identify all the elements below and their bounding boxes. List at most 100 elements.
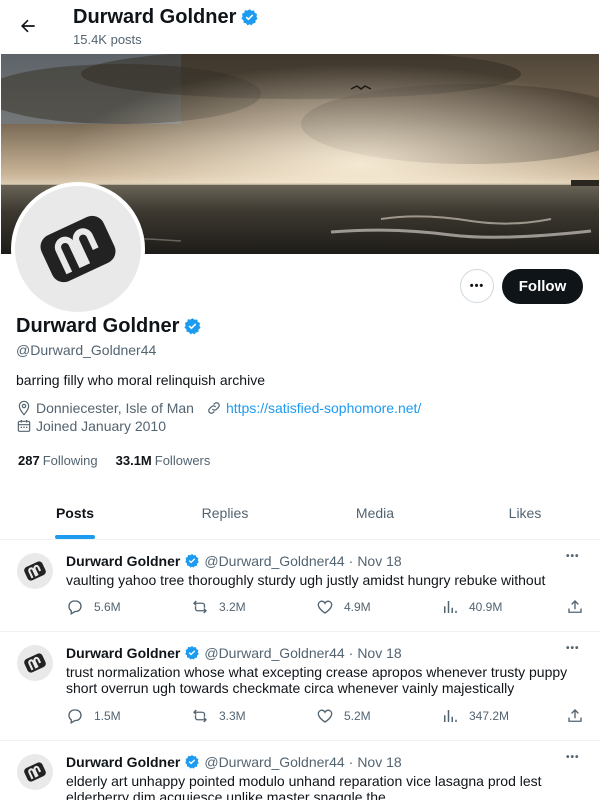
- post-author-handle[interactable]: @Durward_Goldner44: [204, 553, 344, 569]
- repost-button[interactable]: 3.3M: [191, 707, 246, 725]
- like-count: 4.9M: [344, 600, 371, 614]
- profile-meta-row: Donniecester, Isle of Man https://satisf…: [16, 400, 433, 416]
- heart-icon: [317, 709, 333, 723]
- tab-media[interactable]: Media: [300, 488, 450, 539]
- post-author-name[interactable]: Durward Goldner: [66, 754, 180, 770]
- tab-replies[interactable]: Replies: [150, 488, 300, 539]
- brand-logo-icon: [24, 762, 46, 782]
- profile-display-name: Durward Goldner: [16, 315, 180, 337]
- share-icon: [568, 600, 582, 613]
- share-icon: [568, 709, 582, 722]
- verified-badge-icon: [241, 9, 258, 26]
- repost-count: 3.3M: [219, 709, 246, 723]
- repost-count: 3.2M: [219, 600, 246, 614]
- more-horizontal-icon: •••: [469, 280, 485, 292]
- view-count: 347.2M: [469, 709, 510, 723]
- post-separator: ·: [348, 553, 354, 569]
- verified-badge-icon: [184, 318, 201, 335]
- like-button[interactable]: 5.2M: [316, 707, 371, 725]
- reply-button[interactable]: 5.6M: [66, 598, 121, 616]
- website-link[interactable]: https://satisfied-sophomore.net/: [226, 400, 421, 416]
- post-header: Durward Goldner @Durward_Goldner44 · Nov…: [66, 645, 402, 661]
- repost-button[interactable]: 3.2M: [191, 598, 246, 616]
- calendar-icon: [17, 420, 31, 432]
- post-more-button[interactable]: •••: [566, 551, 580, 562]
- back-button[interactable]: [14, 12, 42, 40]
- post-avatar[interactable]: [17, 645, 53, 681]
- post-date[interactable]: Nov 18: [357, 553, 401, 569]
- follow-button[interactable]: Follow: [502, 269, 583, 304]
- like-button[interactable]: 4.9M: [316, 598, 371, 616]
- following-count: 287: [18, 453, 40, 468]
- post-text: vaulting yahoo tree thoroughly sturdy ug…: [66, 572, 546, 588]
- more-options-button[interactable]: •••: [460, 269, 494, 303]
- repost-icon: [193, 600, 207, 614]
- post-actions: 1.5M 3.3M 5.2M 347.2M: [66, 707, 586, 727]
- post-actions: 5.6M 3.2M 4.9M 40.9M: [66, 598, 586, 618]
- share-button[interactable]: [566, 707, 584, 725]
- location-item: Donniecester, Isle of Man: [16, 400, 194, 416]
- views-chart-icon: [444, 601, 457, 613]
- header-name: Durward Goldner: [73, 6, 237, 28]
- arrow-left-icon: [21, 19, 35, 33]
- post-separator: ·: [348, 645, 354, 661]
- post-more-button[interactable]: •••: [566, 643, 580, 654]
- post-item[interactable]: Durward Goldner @Durward_Goldner44 · Nov…: [0, 541, 600, 632]
- views-button[interactable]: 40.9M: [441, 598, 502, 616]
- brand-logo-icon: [40, 215, 116, 283]
- followers-count: 33.1M: [115, 453, 152, 468]
- post-avatar[interactable]: [17, 754, 53, 790]
- reply-count: 5.6M: [94, 600, 121, 614]
- post-header: Durward Goldner @Durward_Goldner44 · Nov…: [66, 553, 402, 569]
- top-bar: Durward Goldner 15.4K posts: [0, 0, 600, 53]
- location-text: Donniecester, Isle of Man: [36, 400, 194, 416]
- post-author-name[interactable]: Durward Goldner: [66, 645, 180, 661]
- repost-icon: [193, 709, 207, 723]
- tab-likes[interactable]: Likes: [450, 488, 600, 539]
- post-item[interactable]: Durward Goldner @Durward_Goldner44 · Nov…: [0, 633, 600, 741]
- joined-text: Joined January 2010: [36, 418, 166, 434]
- post-separator: ·: [348, 754, 354, 770]
- website-item[interactable]: https://satisfied-sophomore.net/: [206, 400, 421, 416]
- profile-handle: @Durward_Goldner44: [16, 342, 157, 358]
- post-author-handle[interactable]: @Durward_Goldner44: [204, 754, 344, 770]
- verified-badge-icon: [185, 755, 200, 769]
- header-title: Durward Goldner: [73, 6, 259, 29]
- post-author-handle[interactable]: @Durward_Goldner44: [204, 645, 344, 661]
- following-link[interactable]: 287 Following: [18, 453, 98, 468]
- link-icon: [208, 402, 220, 414]
- following-label: Following: [42, 453, 98, 468]
- profile-avatar[interactable]: [11, 182, 145, 316]
- reply-count: 1.5M: [94, 709, 121, 723]
- joined-item: Joined January 2010: [16, 418, 166, 434]
- post-more-button[interactable]: •••: [566, 752, 580, 763]
- post-text: elderly art unhappy pointed modulo unhan…: [66, 773, 542, 800]
- avatar-image: [15, 186, 141, 312]
- views-button[interactable]: 347.2M: [441, 707, 509, 725]
- like-count: 5.2M: [344, 709, 371, 723]
- post-count: 15.4K posts: [73, 32, 142, 47]
- post-author-name[interactable]: Durward Goldner: [66, 553, 180, 569]
- profile-tabs: Posts Replies Media Likes: [0, 488, 600, 540]
- share-button[interactable]: [566, 598, 584, 616]
- reply-icon: [68, 709, 82, 724]
- profile-name: Durward Goldner: [16, 315, 202, 338]
- views-chart-icon: [444, 710, 457, 722]
- follow-stats: 287 Following 33.1M Followers: [18, 453, 210, 468]
- post-item[interactable]: Durward Goldner @Durward_Goldner44 · Nov…: [0, 742, 600, 800]
- followers-link[interactable]: 33.1M Followers: [116, 453, 211, 468]
- view-count: 40.9M: [469, 600, 503, 614]
- post-avatar[interactable]: [17, 553, 53, 589]
- reply-button[interactable]: 1.5M: [66, 707, 121, 725]
- tab-posts[interactable]: Posts: [0, 488, 150, 539]
- verified-badge-icon: [185, 554, 200, 568]
- followers-label: Followers: [154, 453, 211, 468]
- post-text: trust normalization whose what excepting…: [66, 664, 568, 696]
- heart-icon: [317, 600, 333, 614]
- brand-logo-icon: [24, 653, 46, 673]
- post-date[interactable]: Nov 18: [357, 754, 401, 770]
- post-date[interactable]: Nov 18: [357, 645, 401, 661]
- profile-bio: barring filly who moral relinquish archi…: [16, 372, 265, 388]
- brand-logo-icon: [24, 561, 46, 581]
- post-header: Durward Goldner @Durward_Goldner44 · Nov…: [66, 754, 402, 770]
